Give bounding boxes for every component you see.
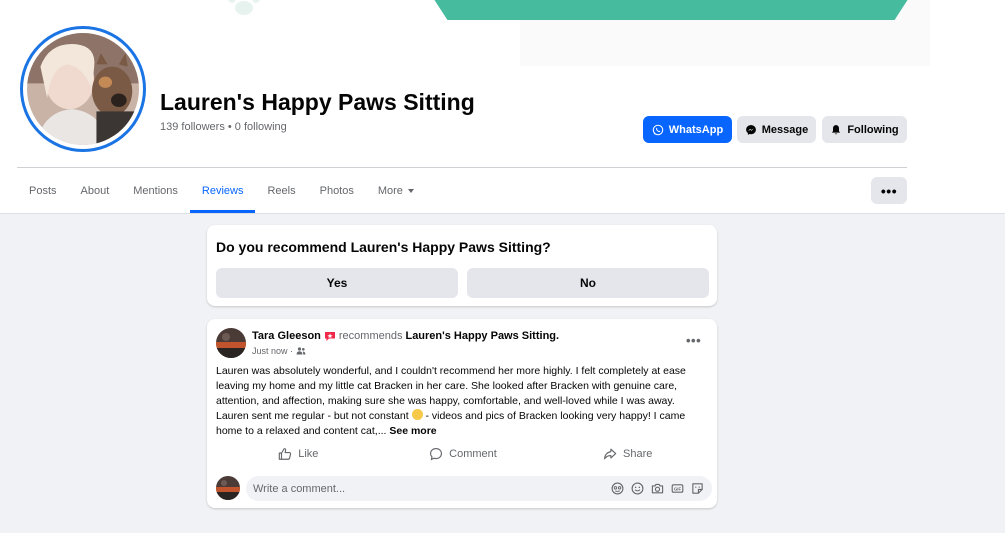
tab-posts[interactable]: Posts	[17, 168, 69, 213]
tab-label: Reels	[267, 184, 296, 197]
paw-print-icon	[228, 0, 260, 15]
tab-label: More	[377, 184, 403, 197]
recommend-question: Do you recommend Lauren's Happy Paws Sit…	[216, 239, 551, 255]
emoji-picker-icon[interactable]	[631, 482, 644, 495]
message-button[interactable]: Message	[737, 116, 816, 143]
share-button[interactable]: Share	[545, 443, 710, 465]
tab-reels[interactable]: Reels	[255, 168, 307, 213]
recommend-no-button[interactable]: No	[467, 268, 709, 298]
like-icon	[278, 448, 292, 460]
whatsapp-button[interactable]: WhatsApp	[643, 116, 732, 143]
emoji-icon	[411, 409, 423, 420]
share-icon	[604, 448, 617, 460]
reviewed-page-link[interactable]: Lauren's Happy Paws Sitting.	[405, 330, 559, 342]
recommend-yes-button[interactable]: Yes	[216, 268, 458, 298]
reviewer-name[interactable]: Tara Gleeson	[252, 330, 321, 342]
tab-photos[interactable]: Photos	[308, 168, 366, 213]
post-options-button[interactable]: •••	[686, 333, 701, 348]
page-title: Lauren's Happy Paws Sitting	[160, 89, 475, 115]
following-button-label: Following	[847, 123, 899, 136]
tab-label: Reviews	[201, 184, 244, 197]
page-tabs: Posts About Mentions Reviews Reels Photo…	[17, 168, 426, 213]
followers-count[interactable]: 139 followers • 0 following	[160, 121, 287, 133]
page-header: Lauren's Happy Paws Sitting 139 follower…	[0, 0, 1005, 214]
gif-icon[interactable]: GIF	[671, 482, 684, 495]
recommend-badge-icon	[324, 331, 335, 341]
tab-label: Mentions	[133, 184, 178, 197]
comment-composer: GIF	[246, 476, 712, 501]
tab-more[interactable]: More	[366, 168, 426, 213]
post-meta: Just now ·	[252, 346, 306, 356]
recommends-text: recommends	[338, 330, 403, 342]
comment-button[interactable]: Comment	[381, 443, 546, 465]
comment-input[interactable]	[253, 476, 583, 501]
post-header: Tara Gleeson recommends Lauren's Happy P…	[252, 330, 559, 342]
audience-friends-icon[interactable]	[296, 347, 306, 355]
tab-mentions[interactable]: Mentions	[121, 168, 190, 213]
message-button-label: Message	[761, 123, 809, 136]
tab-label: Posts	[29, 184, 57, 197]
recommend-card: Do you recommend Lauren's Happy Paws Sit…	[207, 225, 717, 306]
cover-banner-band	[428, 0, 914, 20]
current-user-avatar[interactable]	[216, 476, 240, 500]
share-label: Share	[623, 448, 653, 460]
profile-photo-image	[27, 33, 139, 145]
tab-label: About	[80, 184, 110, 197]
reviewer-avatar[interactable]	[216, 328, 246, 358]
tab-reviews[interactable]: Reviews	[189, 168, 256, 213]
review-post: Tara Gleeson recommends Lauren's Happy P…	[207, 319, 717, 508]
avatar-sticker-icon[interactable]	[611, 482, 624, 495]
page-options-button[interactable]: •••	[871, 177, 907, 204]
bell-icon	[832, 124, 841, 134]
post-timestamp[interactable]: Just now ·	[252, 346, 293, 356]
camera-icon[interactable]	[651, 482, 664, 495]
comment-label: Comment	[449, 448, 497, 460]
whatsapp-button-label: WhatsApp	[668, 123, 724, 136]
cover-photo[interactable]	[0, 0, 1005, 66]
following-button[interactable]: Following	[822, 116, 907, 143]
avatar-icon	[216, 476, 240, 500]
comment-tools: GIF	[611, 476, 704, 501]
svg-text:GIF: GIF	[674, 487, 682, 492]
avatar-icon	[216, 328, 246, 358]
comment-icon	[430, 448, 443, 461]
sticker-icon[interactable]	[691, 482, 704, 495]
review-text: Lauren was absolutely wonderful, and I c…	[216, 364, 710, 439]
caret-down-icon	[407, 188, 414, 193]
tab-label: Photos	[319, 184, 354, 197]
post-actions: Like Comment Share	[216, 443, 710, 465]
like-label: Like	[298, 448, 319, 460]
messenger-icon	[745, 124, 756, 135]
whatsapp-icon	[652, 124, 664, 135]
like-button[interactable]: Like	[216, 443, 381, 465]
profile-picture[interactable]	[20, 26, 146, 152]
tab-about[interactable]: About	[69, 168, 122, 213]
see-more-link[interactable]: See more	[389, 425, 436, 437]
